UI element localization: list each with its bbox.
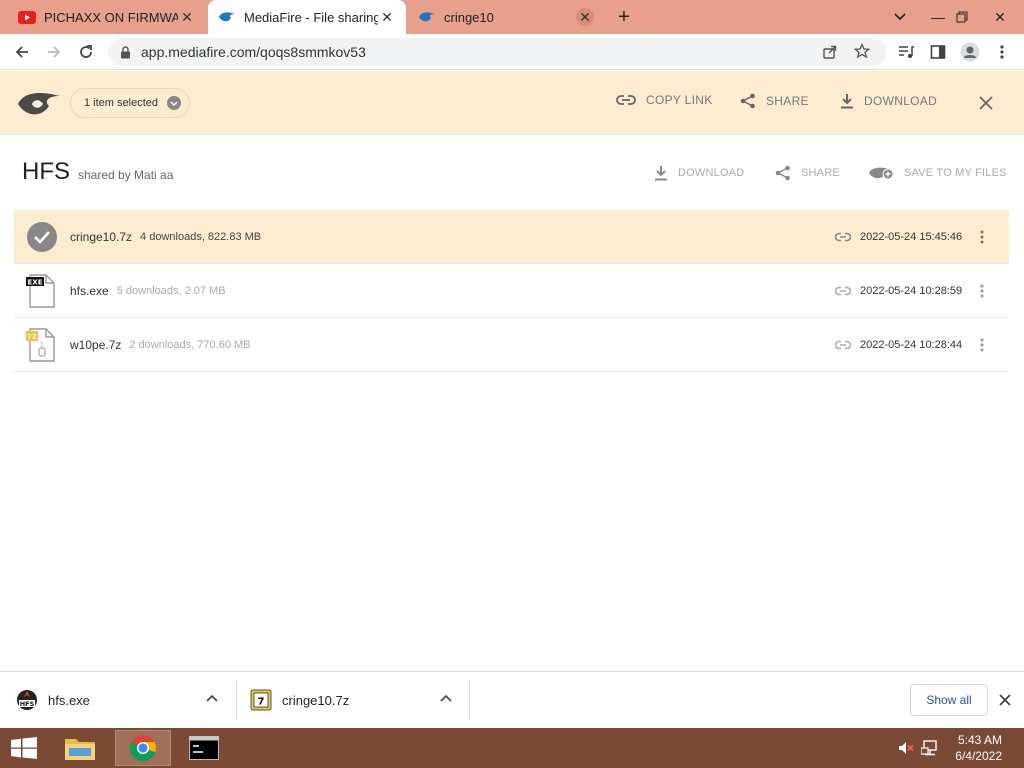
- tab-strip: PICHAXX ON FIRMWARE ✕ MediaFire - File s…: [0, 0, 1024, 34]
- download-icon: [654, 165, 678, 181]
- chrome-icon[interactable]: [115, 730, 171, 766]
- svg-text:7: 7: [258, 697, 265, 708]
- url-text: app.mediafire.com/qoqs8smmkov53: [141, 44, 366, 60]
- download-filename: hfs.exe: [48, 692, 90, 708]
- chevron-down-icon[interactable]: [884, 0, 916, 34]
- close-icon[interactable]: [999, 693, 1011, 711]
- file-meta: 5 downloads, 2.07 MB: [116, 284, 226, 297]
- divider: [236, 680, 237, 720]
- share-icon: [740, 93, 766, 109]
- save-to-my-files-button[interactable]: SAVE TO MY FILES: [868, 165, 1007, 181]
- selection-label: 1 item selected: [84, 97, 158, 109]
- mediafire-logo-icon[interactable]: [16, 90, 62, 123]
- download-item-hfs[interactable]: HFS hfs.exe: [16, 672, 234, 728]
- tab-title: cringe10: [444, 9, 494, 25]
- folder-header: HFS shared by Mati aa: [22, 158, 173, 186]
- svg-text:HFS: HFS: [20, 700, 35, 708]
- archive-file-icon: 7Z: [25, 327, 59, 362]
- close-window-button[interactable]: ✕: [984, 0, 1016, 34]
- close-icon[interactable]: [978, 95, 994, 116]
- exe-file-icon: EXE: [25, 273, 59, 308]
- windows-start-icon[interactable]: [10, 737, 38, 764]
- taskbar: 5:43 AM 6/4/2022: [0, 728, 1024, 768]
- system-clock[interactable]: 5:43 AM 6/4/2022: [955, 732, 1002, 764]
- browser-toolbar: app.mediafire.com/qoqs8smmkov53: [0, 34, 1024, 70]
- file-meta: 2 downloads, 770.60 MB: [129, 338, 251, 351]
- profile-avatar-icon[interactable]: [956, 38, 984, 66]
- file-row[interactable]: EXE hfs.exe 5 downloads, 2.07 MB 2022-05…: [14, 264, 1009, 318]
- svg-text:7Z: 7Z: [27, 333, 37, 341]
- tab-mediafire[interactable]: MediaFire - File sharing a ✕: [208, 0, 406, 34]
- lock-icon: [120, 45, 131, 59]
- download-shelf: HFS hfs.exe 7 cringe10.7z Show all: [0, 671, 1024, 728]
- clock-date: 6/4/2022: [955, 749, 1002, 763]
- file-date: 2022-05-24 10:28:59: [860, 284, 963, 297]
- more-options-icon[interactable]: [974, 284, 990, 298]
- checkmark-icon[interactable]: [25, 220, 59, 254]
- network-icon[interactable]: [920, 740, 939, 761]
- save-to-cloud-icon: [868, 165, 904, 181]
- close-icon[interactable]: ✕: [378, 8, 396, 26]
- new-tab-button[interactable]: +: [612, 5, 636, 29]
- tab-youtube[interactable]: PICHAXX ON FIRMWARE ✕: [8, 0, 206, 34]
- share-button[interactable]: SHARE: [740, 93, 809, 109]
- reload-button[interactable]: [72, 38, 100, 66]
- clock-time: 5:43 AM: [957, 733, 1002, 747]
- close-icon[interactable]: ✕: [178, 8, 196, 26]
- side-panel-icon[interactable]: [924, 38, 952, 66]
- share-icon: [775, 165, 801, 181]
- file-row[interactable]: cringe10.7z 4 downloads, 822.83 MB 2022-…: [14, 210, 1009, 264]
- link-icon[interactable]: [834, 336, 852, 354]
- svg-text:EXE: EXE: [28, 278, 43, 286]
- forward-button[interactable]: [40, 38, 68, 66]
- more-options-icon[interactable]: [974, 338, 990, 352]
- hfs-app-icon: HFS: [16, 689, 38, 711]
- download-item-cringe10[interactable]: 7 cringe10.7z: [250, 672, 466, 728]
- bookmark-star-icon[interactable]: [854, 43, 870, 59]
- close-icon[interactable]: ✕: [576, 8, 594, 26]
- link-icon[interactable]: [834, 228, 852, 246]
- 7zip-file-icon: 7: [250, 689, 272, 711]
- browser-menu-icon[interactable]: [988, 38, 1016, 66]
- chevron-up-icon[interactable]: [440, 694, 452, 702]
- youtube-icon: [18, 8, 36, 26]
- divider: [469, 680, 470, 720]
- tab-cringe10[interactable]: cringe10 ✕: [408, 0, 604, 34]
- file-date: 2022-05-24 10:28:44: [860, 338, 963, 351]
- file-date: 2022-05-24 15:45:46: [860, 230, 963, 243]
- mediafire-icon: [218, 8, 236, 26]
- selection-action-bar: 1 item selected COPY LINK SHARE DOWNLOAD: [0, 71, 1024, 135]
- share-page-icon[interactable]: [822, 44, 838, 60]
- media-control-icon[interactable]: [892, 38, 920, 66]
- file-row[interactable]: 7Z w10pe.7z 2 downloads, 770.60 MB 2022-…: [14, 318, 1009, 372]
- more-options-icon[interactable]: [974, 230, 990, 244]
- file-name[interactable]: w10pe.7z: [70, 338, 121, 352]
- folder-download-button[interactable]: DOWNLOAD: [654, 165, 744, 181]
- link-icon[interactable]: [834, 282, 852, 300]
- selection-dropdown[interactable]: 1 item selected: [70, 88, 190, 118]
- mediafire-icon: [418, 8, 436, 26]
- back-button[interactable]: [8, 38, 36, 66]
- download-button[interactable]: DOWNLOAD: [840, 93, 937, 109]
- folder-title: HFS: [22, 158, 70, 185]
- volume-muted-icon[interactable]: [898, 741, 914, 760]
- tab-title: PICHAXX ON FIRMWARE: [44, 9, 178, 25]
- file-explorer-icon[interactable]: [52, 730, 108, 766]
- tab-title: MediaFire - File sharing a: [244, 9, 378, 25]
- file-meta: 4 downloads, 822.83 MB: [140, 230, 262, 243]
- address-bar[interactable]: app.mediafire.com/qoqs8smmkov53: [108, 38, 886, 66]
- chevron-down-icon: [166, 96, 181, 110]
- file-name[interactable]: hfs.exe: [70, 284, 109, 298]
- command-prompt-icon[interactable]: [176, 730, 232, 766]
- shared-by-label: shared by Mati aa: [78, 168, 174, 182]
- show-all-button[interactable]: Show all: [910, 684, 988, 716]
- folder-share-button[interactable]: SHARE: [775, 165, 840, 181]
- file-name[interactable]: cringe10.7z: [70, 230, 132, 244]
- link-icon: [616, 94, 646, 106]
- chevron-up-icon[interactable]: [206, 694, 218, 702]
- download-icon: [840, 93, 864, 109]
- download-filename: cringe10.7z: [282, 692, 350, 708]
- restore-button[interactable]: [946, 0, 978, 34]
- copy-link-button[interactable]: COPY LINK: [616, 93, 713, 107]
